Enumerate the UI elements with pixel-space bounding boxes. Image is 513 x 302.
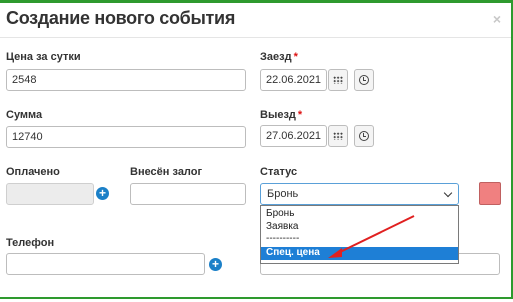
clock-icon (359, 131, 369, 141)
required-mark: * (293, 51, 298, 63)
chevron-down-icon (443, 188, 453, 198)
checkin-label: Заезд * (260, 51, 298, 63)
status-color-swatch[interactable] (479, 182, 501, 205)
checkin-time-button[interactable] (354, 69, 374, 91)
phone-label: Телефон (6, 237, 55, 249)
checkout-date-input[interactable]: 27.06.2021 (260, 125, 327, 147)
total-label: Сумма (6, 109, 43, 121)
status-option-separator: ---------- (266, 233, 300, 244)
dialog-title: Создание нового события (6, 8, 236, 28)
status-label: Статус (260, 166, 298, 178)
header-divider (0, 37, 511, 38)
add-payment-button[interactable]: + (96, 187, 109, 200)
total-input[interactable]: 12740 (6, 126, 246, 148)
status-option-request[interactable]: Заявка (261, 221, 458, 234)
deposit-label: Внесён залог (130, 166, 203, 178)
create-event-dialog: Создание нового события × Цена за сутки … (0, 0, 513, 299)
price-per-day-input[interactable]: 2548 (6, 69, 246, 91)
required-mark: * (297, 109, 303, 121)
checkout-label: Выезд * (260, 109, 303, 121)
calendar-icon (333, 76, 343, 84)
deposit-input[interactable] (130, 183, 246, 205)
status-select[interactable]: Бронь (260, 183, 459, 205)
phone-input[interactable] (6, 253, 205, 275)
paid-label: Оплачено (6, 166, 60, 178)
calendar-icon (333, 132, 343, 140)
checkout-calendar-button[interactable] (328, 125, 348, 147)
price-per-day-label: Цена за сутки (6, 51, 81, 63)
add-phone-button[interactable]: + (209, 258, 222, 271)
paid-input[interactable] (6, 183, 94, 205)
clock-icon (359, 75, 369, 85)
status-option-booking[interactable]: Бронь (261, 208, 458, 221)
status-dropdown-list: Бронь Заявка ---------- Спец. цена (260, 205, 459, 264)
status-selected-value: Бронь (267, 188, 299, 200)
status-option-special-price[interactable]: Спец. цена (261, 246, 458, 260)
checkin-date-input[interactable]: 22.06.2021 (260, 69, 327, 91)
checkin-calendar-button[interactable] (328, 69, 348, 91)
checkout-time-button[interactable] (354, 125, 374, 147)
close-icon[interactable]: × (493, 11, 501, 27)
